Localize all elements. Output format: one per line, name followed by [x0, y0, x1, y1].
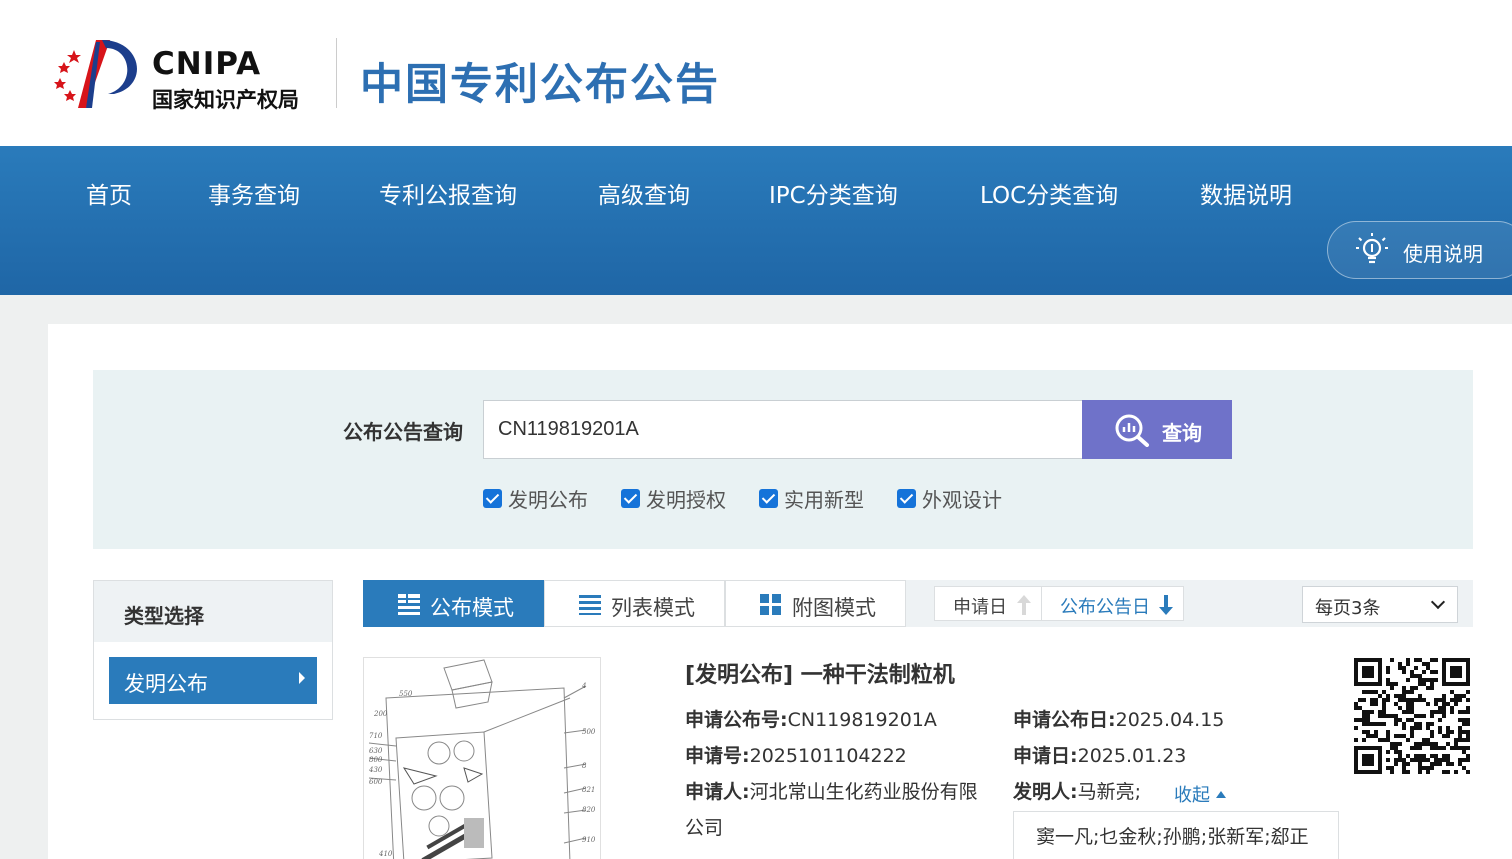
site-title: 中国专利公布公告 — [360, 60, 720, 110]
svg-text:600: 600 — [369, 778, 383, 786]
cnipa-logo[interactable]: CNIPA 国家知识产权局 — [52, 36, 322, 112]
inventor-value: 马新亮; — [1077, 781, 1142, 803]
nav-item-transactions[interactable]: 事务查询 — [208, 176, 300, 210]
nav-item-ipc[interactable]: IPC分类查询 — [769, 176, 898, 210]
nav-item-gazette[interactable]: 专利公报查询 — [379, 176, 517, 210]
svg-text:500: 500 — [582, 728, 596, 736]
nav-item-home[interactable]: 首页 — [86, 176, 132, 210]
svg-text:550: 550 — [399, 690, 413, 698]
logo-en-text: CNIPA — [152, 46, 262, 82]
search-icon — [1115, 414, 1149, 447]
applicant-field: 申请人:河北常山生化药业股份有限 — [685, 781, 978, 803]
search-button[interactable]: 查询 — [1082, 400, 1232, 459]
sort-pub-date[interactable]: 公布公告日 — [1041, 586, 1184, 621]
results-toolbar: 公布模式 列表模式 附图模式 申请日 公布公告日 每页3条 — [363, 580, 1473, 627]
list-icon — [579, 595, 601, 615]
main-nav: 首页 事务查询 专利公报查询 高级查询 IPC分类查询 LOC分类查询 数据说明… — [0, 146, 1512, 295]
list-detail-icon — [398, 594, 420, 615]
result-title[interactable]: [发明公布] 一种干法制粒机 — [685, 657, 955, 689]
sort-apply-date[interactable]: 申请日 — [934, 586, 1042, 621]
svg-text:800: 800 — [369, 756, 383, 764]
patent-drawing-image: 550 200 710 630 800 430 600 4 500 8 821 … — [368, 659, 596, 859]
app-date-field: 申请日:2025.01.23 — [1013, 745, 1187, 767]
svg-text:4: 4 — [581, 682, 586, 690]
checkbox-checked-icon[interactable] — [759, 489, 778, 508]
applicant-field-cont: 公司 — [685, 817, 724, 839]
pub-no-value: CN119819201A — [787, 709, 937, 731]
grid-icon — [760, 594, 781, 615]
pub-date-value: 2025.04.15 — [1115, 709, 1225, 731]
inventors-expanded-box: 窦一凡;乜金秋;孙鹏;张新军;郄正 — [1013, 811, 1339, 859]
type-filter-header: 类型选择 — [94, 581, 332, 642]
search-input[interactable] — [483, 400, 1083, 459]
app-date-value: 2025.01.23 — [1077, 745, 1187, 767]
svg-text:430: 430 — [368, 766, 383, 774]
qr-code-icon — [1354, 657, 1470, 775]
type-filter-invention-pub[interactable]: 发明公布 — [109, 657, 317, 704]
checkbox-checked-icon[interactable] — [897, 489, 916, 508]
arrow-up-icon — [1017, 595, 1031, 615]
per-page-select[interactable]: 每页3条 — [1302, 586, 1458, 623]
cnipa-emblem-icon — [54, 40, 137, 108]
nav-item-loc[interactable]: LOC分类查询 — [980, 176, 1118, 210]
mode-tab-figure[interactable]: 附图模式 — [725, 580, 906, 627]
caret-up-icon — [1216, 791, 1226, 798]
mode-tab-list[interactable]: 列表模式 — [544, 580, 725, 627]
svg-text:200: 200 — [373, 710, 388, 718]
result-thumbnail[interactable]: 550 200 710 630 800 430 600 4 500 8 821 … — [363, 657, 601, 859]
inventor-field: 发明人:马新亮; — [1013, 781, 1142, 803]
svg-text:8: 8 — [582, 762, 587, 770]
checkbox-checked-icon[interactable] — [621, 489, 640, 508]
pub-no-field: 申请公布号:CN119819201A — [685, 709, 937, 731]
svg-text:820: 820 — [582, 806, 596, 814]
type-filter-title: 类型选择 — [124, 604, 204, 628]
help-label: 使用说明 — [1403, 242, 1483, 266]
logo-cn-text: 国家知识产权局 — [152, 87, 299, 112]
search-panel: 公布公告查询 查询 发明公布 发明授权 实用新型 — [93, 370, 1473, 549]
main-card: 公布公告查询 查询 发明公布 发明授权 实用新型 — [48, 324, 1512, 859]
app-no-field: 申请号:2025101104222 — [685, 745, 907, 767]
svg-text:910: 910 — [582, 836, 596, 844]
svg-text:821: 821 — [582, 786, 595, 794]
checkbox-checked-icon[interactable] — [483, 489, 502, 508]
logo-divider — [336, 38, 337, 108]
nav-item-data-info[interactable]: 数据说明 — [1200, 176, 1292, 210]
caret-right-icon — [299, 672, 305, 684]
search-button-label: 查询 — [1162, 423, 1202, 445]
pub-date-field: 申请公布日:2025.04.15 — [1013, 709, 1225, 731]
arrow-down-icon — [1159, 595, 1173, 615]
search-label: 公布公告查询 — [343, 420, 463, 444]
mode-tab-publication[interactable]: 公布模式 — [363, 580, 544, 627]
lightbulb-icon — [1356, 233, 1388, 264]
chevron-down-icon — [1430, 594, 1446, 610]
app-no-value: 2025101104222 — [749, 745, 907, 767]
site-header: CNIPA 国家知识产权局 中国专利公布公告 — [0, 0, 1512, 146]
svg-text:710: 710 — [369, 732, 383, 740]
svg-text:410: 410 — [378, 850, 393, 858]
svg-text:630: 630 — [369, 747, 383, 755]
help-button[interactable]: 使用说明 — [1327, 221, 1512, 279]
collapse-toggle[interactable]: 收起 — [1174, 781, 1226, 807]
type-filter-panel: 类型选择 发明公布 — [93, 580, 333, 720]
nav-item-advanced[interactable]: 高级查询 — [598, 176, 690, 210]
more-inventors: 窦一凡;乜金秋;孙鹏;张新军;郄正 — [1036, 826, 1309, 848]
applicant-value: 河北常山生化药业股份有限 — [749, 781, 978, 803]
